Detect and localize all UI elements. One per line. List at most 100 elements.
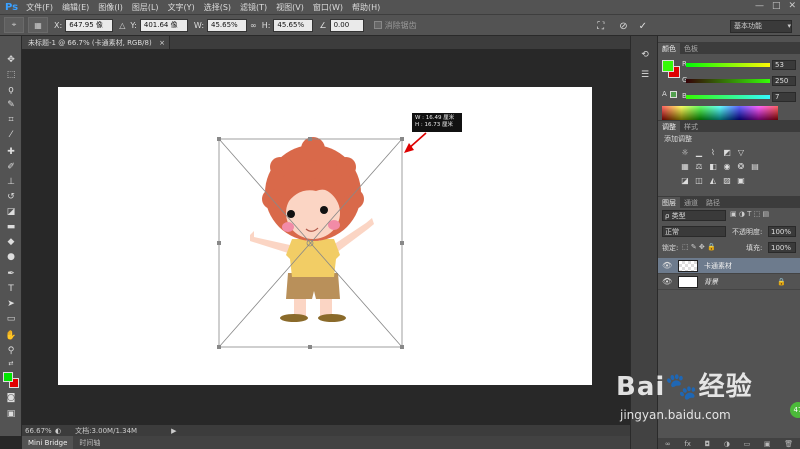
dodge-tool-icon[interactable]: ● (4, 251, 18, 263)
delete-layer-icon[interactable]: 🗑 (784, 440, 793, 448)
new-group-icon[interactable]: ▭ (744, 440, 751, 448)
shape-tool-icon[interactable]: ▭ (4, 313, 18, 325)
healing-brush-tool-icon[interactable]: ✚ (4, 146, 18, 158)
menu-type[interactable]: 文字(Y) (168, 2, 195, 13)
tab-mini-bridge[interactable]: Mini Bridge (22, 436, 74, 449)
close-icon[interactable]: ✕ (788, 1, 796, 11)
brightness-icon[interactable]: ☼ (680, 148, 690, 158)
tab-paths[interactable]: 路径 (702, 197, 724, 208)
close-tab-icon[interactable]: × (159, 39, 165, 47)
invert-icon[interactable]: ◪ (680, 176, 690, 186)
r-slider[interactable] (686, 63, 770, 67)
delta-icon[interactable]: △ (119, 21, 125, 30)
layer-filter-select[interactable]: ρ 类型 (662, 210, 726, 221)
opacity-field[interactable]: 100% (768, 226, 796, 237)
hand-tool-icon[interactable]: ✋ (4, 330, 18, 342)
exposure-icon[interactable]: ◩ (722, 148, 732, 158)
lock-icons[interactable]: ⬚ ✎ ✥ 🔒 (682, 243, 716, 251)
black-white-icon[interactable]: ◧ (708, 162, 718, 172)
brush-tool-icon[interactable]: ✐ (4, 161, 18, 173)
menu-layer[interactable]: 图层(L) (132, 2, 159, 13)
menu-select[interactable]: 选择(S) (204, 2, 231, 13)
r-value[interactable]: 53 (772, 60, 796, 70)
tab-timeline[interactable]: 时间轴 (73, 436, 106, 449)
posterize-icon[interactable]: ◫ (694, 176, 704, 186)
eye-icon[interactable]: 👁 (662, 277, 674, 286)
maximize-icon[interactable]: □ (772, 1, 781, 11)
photo-filter-icon[interactable]: ◉ (722, 162, 732, 172)
x-field[interactable]: 647.95 像 (65, 18, 114, 32)
new-layer-icon[interactable]: ▣ (764, 440, 771, 448)
path-select-tool-icon[interactable]: ➤ (4, 298, 18, 310)
cancel-transform-icon[interactable]: ⊘ (619, 21, 627, 32)
properties-panel-icon[interactable]: ☰ (639, 70, 651, 82)
curves-icon[interactable]: ⌇ (708, 148, 718, 158)
zoom-tool-icon[interactable]: ⚲ (4, 345, 18, 357)
menu-view[interactable]: 视图(V) (276, 2, 304, 13)
add-mask-icon[interactable]: ◘ (705, 440, 711, 448)
filter-icons[interactable]: ▣ ◑ T ⬚ ▤ (730, 210, 769, 218)
canvas-workarea[interactable]: W : 16.49 厘米 H : 16.73 厘米 (22, 49, 630, 425)
selective-color-icon[interactable]: ▨ (722, 176, 732, 186)
history-panel-icon[interactable]: ⟲ (639, 50, 651, 62)
blend-mode-select[interactable]: 正常 (662, 226, 726, 237)
levels-icon[interactable]: ▁ (694, 148, 704, 158)
tab-layers[interactable]: 图层 (658, 197, 680, 208)
threshold-icon[interactable]: ◭ (708, 176, 718, 186)
quick-mask-icon[interactable]: ◙ (4, 392, 18, 404)
history-brush-tool-icon[interactable]: ↺ (4, 191, 18, 203)
smooth-checkbox[interactable] (373, 21, 382, 29)
layer-row-cartoon[interactable]: 👁 卡通素材 (658, 258, 800, 274)
gradient-map-icon[interactable]: ▣ (736, 176, 746, 186)
link-icon[interactable]: ∞ (250, 21, 257, 30)
clone-stamp-tool-icon[interactable]: ⊥ (4, 176, 18, 188)
b-slider[interactable] (686, 95, 770, 99)
type-tool-icon[interactable]: T (4, 283, 18, 295)
quick-select-tool-icon[interactable]: ✎ (4, 99, 18, 111)
menu-image[interactable]: 图像(I) (98, 2, 123, 13)
g-slider[interactable] (686, 79, 770, 83)
menu-filter[interactable]: 滤镜(T) (240, 2, 267, 13)
reference-point-button[interactable]: ▦ (28, 17, 48, 33)
tab-channels[interactable]: 通道 (680, 197, 702, 208)
foreground-color-swatch[interactable] (3, 372, 13, 382)
crop-tool-icon[interactable]: ⌗ (4, 114, 18, 126)
eye-icon[interactable]: 👁 (662, 261, 674, 270)
color-balance-icon[interactable]: ⚖ (694, 162, 704, 172)
y-field[interactable]: 401.64 像 (139, 18, 188, 32)
vibrance-icon[interactable]: ▽ (736, 148, 746, 158)
tab-adjustments[interactable]: 调整 (658, 121, 680, 132)
commit-transform-icon[interactable]: ✓ (639, 21, 647, 32)
blur-tool-icon[interactable]: ◆ (4, 236, 18, 248)
menu-window[interactable]: 窗口(W) (313, 2, 343, 13)
document-tab[interactable]: 未标题-1 @ 66.7% (卡通素材, RGB/8) × (22, 36, 170, 49)
lasso-tool-icon[interactable]: ϙ (4, 84, 18, 96)
layer-style-icon[interactable]: fx (684, 440, 691, 448)
status-info-icon[interactable]: ◐ (55, 427, 61, 435)
gradient-tool-icon[interactable]: ▬ (4, 221, 18, 233)
tool-preset-button[interactable]: ⌖ (4, 17, 24, 33)
status-menu-arrow-icon[interactable]: ▶ (171, 427, 176, 435)
green-badge[interactable]: 47 (790, 402, 800, 418)
document-canvas[interactable]: W : 16.49 厘米 H : 16.73 厘米 (58, 87, 592, 385)
marquee-tool-icon[interactable]: ⬚ (4, 69, 18, 81)
hue-saturation-icon[interactable]: ▦ (680, 162, 690, 172)
screen-mode-icon[interactable]: ▣ (4, 408, 18, 420)
pen-tool-icon[interactable]: ✒ (4, 268, 18, 280)
gamut-swatch[interactable] (670, 91, 677, 98)
g-value[interactable]: 250 (772, 76, 796, 86)
color-spectrum-bar[interactable] (662, 106, 778, 120)
layer-name[interactable]: 背景 (704, 277, 718, 287)
minimize-icon[interactable]: — (755, 1, 764, 11)
warp-icon[interactable]: ⛶ (597, 21, 604, 32)
b-value[interactable]: 7 (772, 92, 796, 102)
workspace-select[interactable]: 基本功能 ▾ (730, 19, 792, 33)
adjustment-layer-icon[interactable]: ◑ (724, 440, 730, 448)
layer-name[interactable]: 卡通素材 (704, 261, 732, 271)
color-lookup-icon[interactable]: ▤ (750, 162, 760, 172)
fill-field[interactable]: 100% (768, 242, 796, 253)
layer-row-background[interactable]: 👁 背景 🔒 (658, 274, 800, 290)
angle-field[interactable]: 0.00 (329, 18, 364, 32)
panel-fg-swatch[interactable] (662, 60, 674, 72)
channel-mixer-icon[interactable]: ❂ (736, 162, 746, 172)
